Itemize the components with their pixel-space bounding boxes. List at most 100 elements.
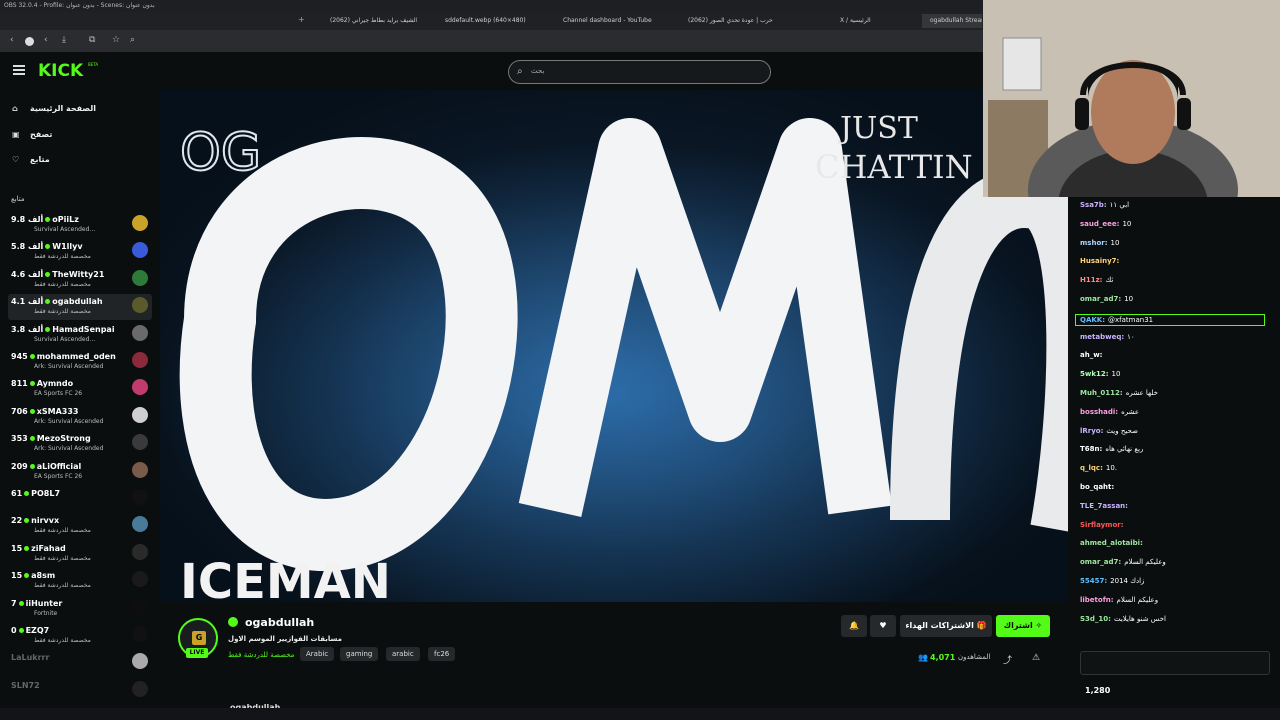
gift-subs-button[interactable]: الاشتراكات الهداء 🎁 [900, 615, 992, 637]
channel-category: Survival Ascended... [34, 335, 96, 343]
stream-category[interactable]: مخصصة للدردشة فقط [228, 651, 294, 659]
sidebar-channel-aymndo[interactable]: 811 Aymndo EA Sports FC 26 [8, 376, 152, 402]
tag-arabic[interactable]: Arabic [300, 647, 335, 661]
chat-username[interactable]: mshor: [1080, 239, 1108, 247]
channel-name[interactable]: ogabdullah [245, 616, 314, 629]
chat-input[interactable] [1080, 651, 1270, 675]
chat-username[interactable]: omar_ad7: [1080, 558, 1121, 566]
chat-username[interactable]: Husainy7: [1080, 257, 1119, 265]
sidebar-channel-xsma333[interactable]: 706 xSMA333 Ark: Survival Ascended [8, 404, 152, 430]
channel-viewer-count: 0 [11, 626, 17, 635]
sidebar-channel-ezq7[interactable]: 0 EZQ7 مخصصة للدردشة فقط [8, 623, 152, 649]
browser-tab-active[interactable]: ogabdullah Stream [922, 14, 982, 28]
subscribe-button[interactable]: اشتراك ✧ [996, 615, 1050, 637]
chat-username[interactable]: 5wk12: [1080, 370, 1109, 378]
chat-message: Sirflaymor: [1080, 521, 1127, 529]
profile-icon[interactable] [25, 37, 34, 46]
chat-text: @xfatman31 [1108, 315, 1154, 324]
sidebar-channel-mohammed_oden[interactable]: 945 mohammed_oden Ark: Survival Ascended [8, 349, 152, 375]
chat-username[interactable]: lRryo: [1080, 427, 1103, 435]
chat-message: omar_ad7: وعليكم السلام [1080, 558, 1166, 566]
tag-gaming[interactable]: gaming [340, 647, 379, 661]
kick-logo[interactable]: KICK [38, 61, 83, 81]
live-dot-icon [18, 628, 24, 633]
sidebar-channel-iihunter[interactable]: 7 iiHunter Fortnite [8, 596, 152, 622]
chat-username[interactable]: TLE_7assan: [1080, 502, 1128, 510]
channel-row-header: 0 EZQ7 [11, 626, 49, 635]
sidebar-item-label: متابع [30, 155, 50, 164]
chat-username[interactable]: saud_eee: [1080, 220, 1119, 228]
sidebar-channel-po8l7[interactable]: 61 PO8L7 [8, 486, 152, 512]
new-tab-icon[interactable]: + [298, 15, 305, 24]
channel-name: aLiOfficial [36, 461, 82, 471]
chat-username[interactable]: bosshadi: [1080, 408, 1118, 416]
sidebar-channel-a8sm[interactable]: 15 a8sm مخصصة للدردشة فقط [8, 568, 152, 594]
collapse-icon[interactable]: ‹ [44, 35, 48, 45]
sidebar-channel-mezostrong[interactable]: 353 MezoStrong Ark: Survival Ascended [8, 431, 152, 457]
chat-username[interactable]: T68n: [1080, 445, 1102, 453]
channel-name: mohammed_oden [36, 352, 116, 361]
follow-heart-button[interactable]: ♥ [870, 615, 896, 637]
chat-username[interactable]: Sirflaymor: [1080, 521, 1124, 529]
download-icon[interactable]: ⤓ [62, 35, 66, 45]
sidebar-channel-lalukrrr[interactable]: LaLukrrr [8, 650, 152, 676]
report-icon[interactable]: ⚠ [1032, 653, 1040, 663]
browser-tab-4[interactable]: حرب | عودة تحدي الصور (2062) [688, 14, 778, 28]
sidebar-channel-sln72[interactable]: SLN72 [8, 678, 152, 704]
channel-viewer-count: 7 [11, 598, 17, 608]
chat-username[interactable]: ahmed_alotaibi: [1080, 539, 1143, 547]
sidebar-item-home[interactable]: ⌂ الصفحة الرئيسية [12, 104, 96, 113]
sidebar-item-following[interactable]: ♡ متابع [12, 155, 50, 164]
tag-arabic-lower[interactable]: arabic [386, 647, 420, 661]
back-icon[interactable]: ‹ [10, 35, 14, 45]
live-dot-icon [24, 545, 30, 551]
channel-row-header: 7 iiHunter [11, 599, 62, 608]
channel-viewer-count: 15 [11, 543, 23, 553]
browser-tab-5[interactable]: X / الرئيسية [840, 14, 890, 28]
chat-message: S3d_10: اخس شنو هايلايت [1080, 615, 1166, 623]
sidebar-item-browse[interactable]: ▣ تصفح [12, 130, 52, 139]
chat-username[interactable]: q_lqc: [1080, 464, 1103, 472]
hamburger-menu-icon[interactable] [13, 65, 25, 75]
chat-username[interactable]: ah_w: [1080, 351, 1102, 359]
chat-username[interactable]: Muh_0112: [1080, 389, 1123, 397]
sidebar-channel-w1llyv[interactable]: 5.8 ألف W1llyv مخصصة للدردشة فقط [8, 239, 152, 265]
sidebar-channel-zifahad[interactable]: 15 ziFahad مخصصة للدردشة فقط [8, 541, 152, 567]
channel-name: PO8L7 [31, 489, 61, 498]
chat-username[interactable]: 55457: [1080, 577, 1107, 585]
tag-fc26[interactable]: fc26 [428, 647, 456, 661]
chat-username[interactable]: omar_ad7: [1080, 295, 1121, 303]
chat-username[interactable]: H11z: [1080, 276, 1102, 284]
sidebar-channel-opiilz[interactable]: 9.8 ألف oPiiLz Survival Ascended... [8, 212, 152, 238]
channel-row-header: 15 a8sm [11, 571, 55, 580]
browser-tab-1[interactable]: الشيف برايد بطاط جيراني (2062) [330, 14, 420, 28]
overlay-chatting: CHATTIN [815, 148, 973, 186]
browser-tab-2[interactable]: sddefault.webp (640×480) [445, 14, 535, 28]
chat-username[interactable]: S3d_10: [1080, 615, 1111, 623]
browser-address-bar: ‹ ‹ ⤓ ⧉ ☆ ⌕ [0, 30, 983, 52]
sidebar-channel-aliofficial[interactable]: 209 aLiOfficial EA Sports FC 26 [8, 459, 152, 485]
video-player[interactable]: OG JUST CHATTIN ICEMAN [160, 90, 1068, 602]
chat-username[interactable]: metabweq: [1080, 333, 1124, 341]
notification-bell-button[interactable]: 🔔 [841, 615, 867, 637]
extension-icon[interactable]: ⧉ [89, 35, 95, 45]
sidebar-channel-hamadsenpai[interactable]: 3.8 ألف HamadSenpai Survival Ascended... [8, 322, 152, 348]
chat-username[interactable]: QAKK: [1080, 316, 1105, 324]
zoom-icon[interactable]: ⌕ [130, 35, 135, 45]
chat-username[interactable]: Ssa7b: [1080, 201, 1107, 209]
sidebar-channel-nirvvx[interactable]: 22 nirvvx مخصصة للدردشة فقط [8, 513, 152, 539]
share-icon[interactable]: ⤴ [1003, 653, 1012, 666]
browser-tab-3[interactable]: Channel dashboard - YouTube [563, 14, 653, 28]
chat-message: metabweq: ١٠ [1080, 333, 1135, 341]
bookmark-star-icon[interactable]: ☆ [112, 35, 120, 45]
search-input[interactable]: ⌕ بحث [508, 60, 771, 84]
stream-overlay-art: OG JUST CHATTIN ICEMAN [160, 90, 1068, 602]
channel-viewer-count: 945 [11, 352, 28, 361]
chat-username[interactable]: bo_qaht: [1080, 483, 1114, 491]
live-dot-icon [24, 573, 30, 579]
viewers-icon: 👥 [918, 653, 928, 662]
sidebar-channel-ogabdullah[interactable]: 4.1 ألف ogabdullah مخصصة للدردشة فقط [8, 294, 152, 321]
sidebar-channel-thewitty21[interactable]: 4.6 ألف TheWitty21 مخصصة للدردشة فقط [8, 267, 152, 293]
chat-username[interactable]: libetofn: [1080, 596, 1114, 604]
channel-row-header: 4.6 ألف TheWitty21 [11, 270, 104, 279]
